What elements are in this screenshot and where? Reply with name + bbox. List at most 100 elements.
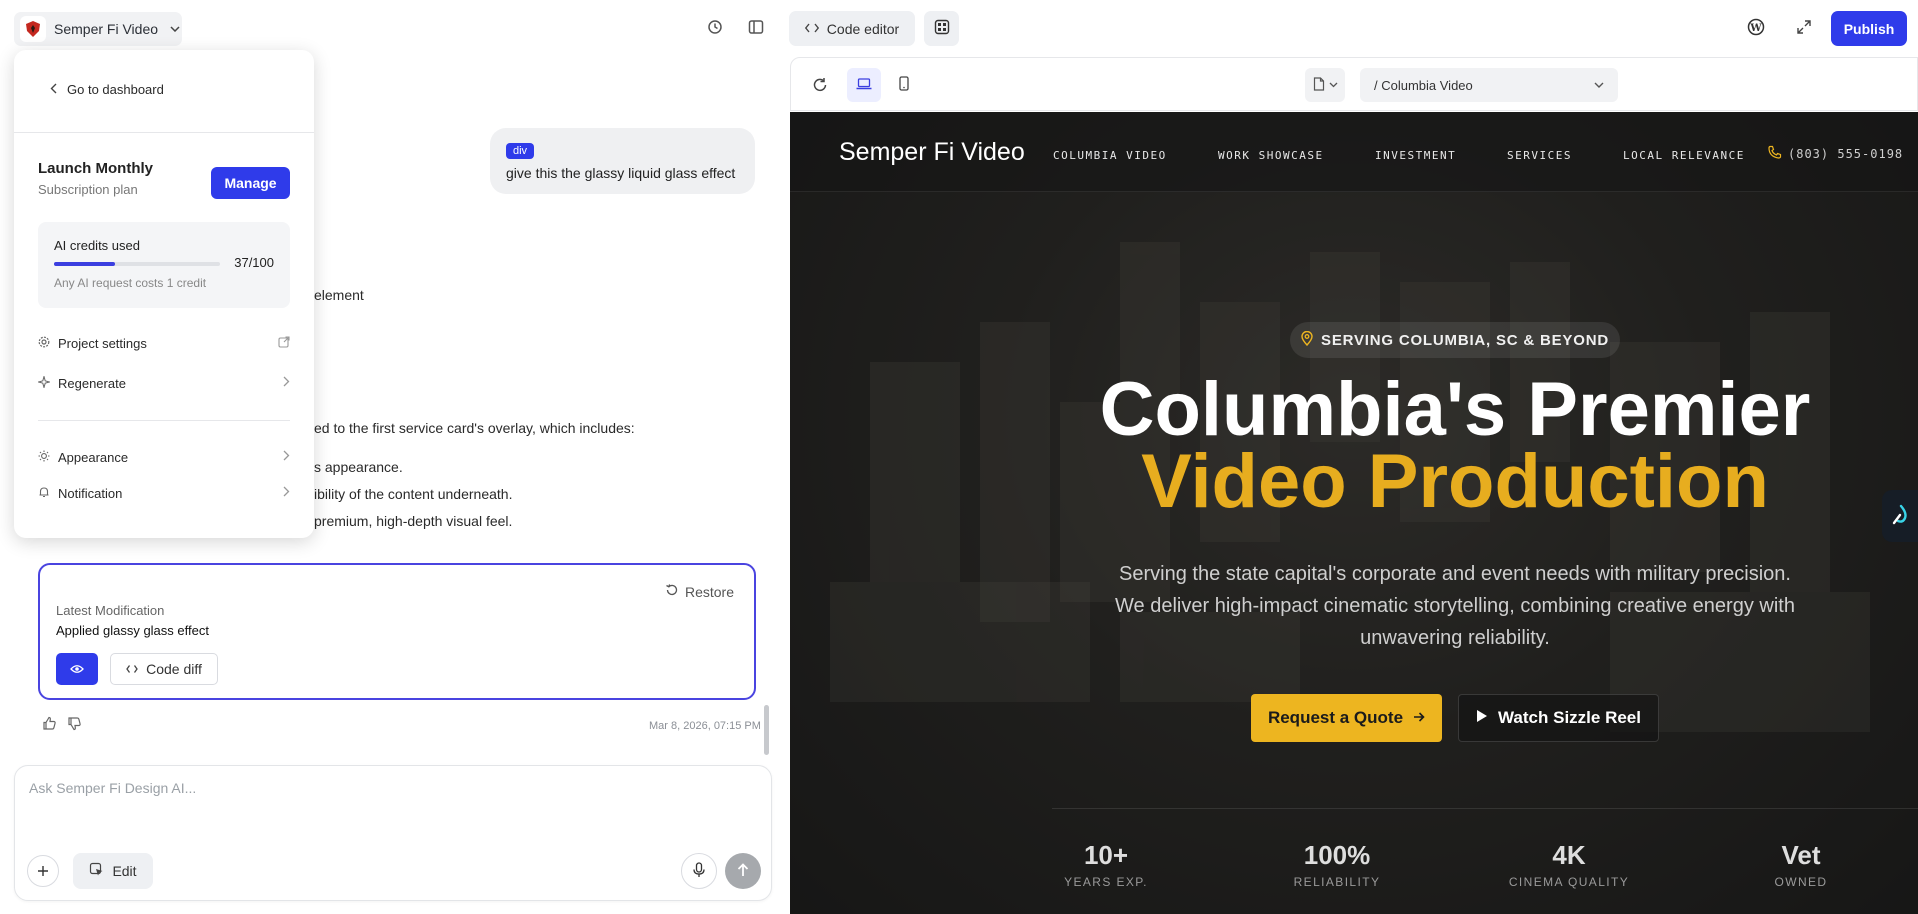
credits-note: Any AI request costs 1 credit — [54, 276, 207, 290]
stat-owned: Vet OWNED — [1721, 840, 1881, 889]
project-switcher[interactable]: Semper Fi Video — [14, 12, 182, 46]
eye-icon — [70, 662, 84, 677]
stat-value: Vet — [1781, 840, 1821, 870]
website-preview: Semper Fi Video COLUMBIA VIDEO WORK SHOW… — [790, 112, 1918, 914]
assistant-text: ed to the first service card's overlay, … — [314, 420, 635, 436]
code-icon — [804, 21, 819, 37]
credits-panel: AI credits used 37/100 Any AI request co… — [38, 222, 290, 308]
code-editor-button[interactable]: Code editor — [789, 11, 915, 46]
menu-item-regenerate[interactable]: Regenerate — [36, 368, 290, 398]
chevron-down-icon — [1329, 80, 1338, 91]
plus-icon — [37, 861, 49, 882]
manage-subscription-button[interactable]: Manage — [211, 167, 290, 199]
map-pin-icon — [1301, 330, 1313, 350]
voice-input-button[interactable] — [681, 853, 717, 889]
edit-mode-button[interactable]: Edit — [73, 853, 153, 889]
nav-link-columbia-video[interactable]: COLUMBIA VIDEO — [1053, 149, 1167, 162]
stat-label: OWNED — [1774, 875, 1828, 889]
restore-button[interactable]: Restore — [665, 583, 734, 600]
assistant-text: ibility of the content underneath. — [314, 486, 513, 502]
chevron-left-icon — [50, 82, 57, 97]
watch-sizzle-reel-button[interactable]: Watch Sizzle Reel — [1458, 694, 1659, 742]
stat-label: RELIABILITY — [1293, 875, 1381, 889]
stat-value: 10+ — [1083, 840, 1129, 870]
components-button[interactable] — [924, 11, 959, 46]
send-button[interactable] — [725, 853, 761, 889]
go-to-dashboard-link[interactable]: Go to dashboard — [50, 82, 164, 97]
assistant-text: premium, high-depth visual feel. — [314, 513, 513, 529]
refresh-icon[interactable] — [807, 72, 833, 98]
page-selector[interactable]: / Columbia Video — [1360, 68, 1618, 102]
add-attachment-button[interactable] — [27, 855, 59, 887]
user-message: div give this the glassy liquid glass ef… — [490, 128, 755, 194]
code-diff-label: Code diff — [146, 661, 202, 677]
publish-button[interactable]: Publish — [1831, 11, 1907, 46]
thumbs-up-icon[interactable] — [42, 716, 57, 734]
credits-progress-bar — [54, 262, 220, 266]
assistant-text: s appearance. — [314, 459, 403, 475]
site-phone-link[interactable]: (803) 555-0198 — [1768, 145, 1903, 162]
nav-link-work-showcase[interactable]: WORK SHOWCASE — [1218, 149, 1324, 162]
site-logo[interactable]: Semper Fi Video — [839, 138, 1025, 167]
sun-icon — [38, 450, 58, 465]
plan-subtitle: Subscription plan — [38, 182, 138, 197]
stat-reliability: 100% RELIABILITY — [1257, 840, 1417, 889]
chat-input[interactable] — [29, 780, 749, 840]
nav-link-services[interactable]: SERVICES — [1507, 149, 1572, 162]
plan-name: Launch Monthly — [38, 160, 153, 177]
user-message-text: give this the glassy liquid glass effect — [506, 165, 736, 181]
feedback-row — [42, 716, 82, 734]
history-icon[interactable] — [702, 14, 728, 40]
project-name: Semper Fi Video — [54, 21, 159, 37]
preview-panel: / Columbia Video Semper Fi Video COLUMBI… — [790, 55, 1918, 914]
page-file-button[interactable] — [1305, 68, 1345, 102]
menu-item-project-settings[interactable]: Project settings — [38, 328, 290, 358]
nav-link-investment[interactable]: INVESTMENT — [1375, 149, 1456, 162]
menu-item-notification[interactable]: Notification — [38, 478, 290, 508]
watch-sizzle-reel-label: Watch Sizzle Reel — [1498, 708, 1641, 727]
laptop-icon — [856, 77, 872, 93]
droplet-brush-icon — [1891, 504, 1909, 529]
thumbs-down-icon[interactable] — [67, 716, 82, 734]
credits-count: 37/100 — [234, 255, 274, 270]
page-path: / Columbia Video — [1374, 77, 1473, 93]
request-quote-button[interactable]: Request a Quote — [1251, 694, 1442, 742]
floating-widget-button[interactable] — [1882, 490, 1918, 542]
arrow-up-icon — [737, 862, 749, 880]
stat-years: 10+ YEARS EXP. — [1026, 840, 1186, 889]
modification-title: Applied glassy glass effect — [56, 623, 209, 638]
wordpress-icon[interactable]: W — [1743, 14, 1769, 40]
edit-select-icon — [89, 862, 104, 880]
chevron-down-icon — [170, 23, 180, 35]
bell-icon — [38, 486, 58, 501]
expand-icon[interactable] — [1791, 14, 1817, 40]
menu-item-label: Project settings — [58, 335, 147, 351]
credits-progress-fill — [54, 262, 116, 266]
top-bar: Semper Fi Video Code editor W Publish — [0, 0, 1918, 55]
hero-subtext: Serving the state capital's corporate an… — [1115, 563, 1795, 649]
arrow-right-icon — [1413, 708, 1425, 728]
go-to-dashboard-label: Go to dashboard — [67, 82, 164, 97]
modification-label: Latest Modification — [56, 603, 165, 618]
sidebar-toggle-icon[interactable] — [743, 14, 769, 40]
code-diff-button[interactable]: Code diff — [110, 653, 218, 685]
mobile-view-button[interactable] — [891, 72, 917, 98]
menu-item-appearance[interactable]: Appearance — [38, 442, 290, 472]
desktop-view-button[interactable] — [847, 68, 881, 102]
credits-title: AI credits used — [54, 238, 140, 253]
nav-link-local-relevance[interactable]: LOCAL RELEVANCE — [1623, 149, 1745, 162]
element-tag-badge: div — [506, 143, 535, 159]
chevron-right-icon — [283, 450, 290, 464]
chat-scrollbar[interactable] — [764, 65, 769, 755]
location-badge: SERVING COLUMBIA, SC & BEYOND — [1290, 322, 1620, 358]
divider — [1052, 808, 1918, 809]
stat-label: YEARS EXP. — [1064, 875, 1148, 889]
svg-text:W: W — [1749, 23, 1762, 34]
microphone-icon — [693, 861, 705, 881]
grid-icon — [934, 19, 950, 38]
preview-button[interactable] — [56, 653, 98, 685]
stat-label: CINEMA QUALITY — [1508, 875, 1630, 889]
chevron-right-icon — [283, 486, 290, 500]
project-logo-icon — [20, 16, 46, 42]
menu-item-label: Notification — [58, 485, 123, 501]
